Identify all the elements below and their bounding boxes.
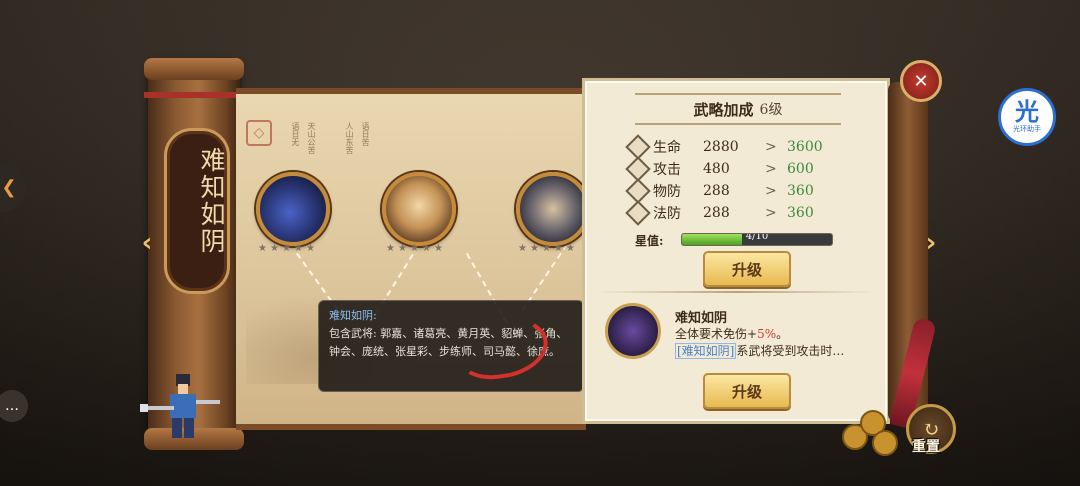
skill-tag: [难知如阴]: [675, 343, 737, 359]
stat-row-attack: 攻击 480 > 600: [625, 156, 814, 182]
coin-icon: [872, 430, 898, 456]
next-arrow-button[interactable]: ›: [920, 228, 942, 258]
chevron-left-icon: ‹: [141, 228, 153, 258]
skill-desc-prefix: 全体要术免伤+: [675, 327, 758, 341]
helper-assistant-button[interactable]: 光 光环助手: [998, 88, 1056, 146]
star-rating: ★ ★ ★ ★ ★: [258, 244, 316, 254]
close-button[interactable]: ✕: [900, 60, 942, 102]
helper-label: 光环助手: [1013, 125, 1041, 133]
stat-new: 600: [787, 161, 814, 177]
star-icon: ★: [554, 243, 563, 254]
skill-desc-line2-text: 系武将受到攻击时…: [736, 344, 845, 358]
prev-arrow-button[interactable]: ‹: [136, 228, 158, 258]
stat-new: 360: [787, 205, 814, 221]
helper-icon: 光: [1015, 97, 1039, 126]
stat-old: 288: [703, 183, 730, 199]
bonus-panel: 武略加成 6级 生命 2880 > 3600 攻击 480 > 600 物防 2…: [582, 78, 890, 424]
stat-arrow: >: [765, 139, 777, 155]
stat-row-mdef: 法防 288 > 360: [625, 200, 814, 226]
poem-column: 语日苦: [361, 122, 370, 146]
star-value-bar: 4/10: [681, 233, 833, 246]
skill-desc: 全体要术免伤+5%。: [675, 325, 788, 342]
coins-decoration: [842, 410, 902, 456]
scroll-title: 难知如阴: [197, 147, 226, 255]
star-value-label: 星值:: [635, 234, 664, 248]
star-icon: ★: [422, 243, 431, 254]
skill-desc-suffix: 。: [776, 327, 789, 341]
panel-level: 6级: [759, 102, 783, 118]
star-icon: ★: [398, 243, 407, 254]
tooltip-title: 难知如阴:: [329, 309, 377, 322]
stat-name: 攻击: [653, 162, 681, 178]
seal-icon: ◇: [246, 120, 272, 146]
star-icon: ★: [258, 243, 267, 254]
star-rating: ★ ★ ★ ★ ★: [518, 244, 576, 254]
skill-upgrade-button[interactable]: 升级: [703, 373, 791, 409]
stat-row-pdef: 物防 288 > 360: [625, 178, 814, 204]
stat-old: 288: [703, 205, 730, 221]
skill-desc-line2: [难知如阴] 系武将受到攻击时…: [675, 342, 844, 359]
star-icon: ★: [542, 243, 551, 254]
chevron-right-icon: ›: [925, 228, 937, 258]
stat-new: 360: [787, 183, 814, 199]
star-icon: ★: [306, 243, 315, 254]
hero-sprite: [140, 374, 220, 438]
upgrade-button[interactable]: 升级: [703, 251, 791, 287]
poem-column: 天山公苦: [307, 122, 316, 154]
panel-header: 武略加成 6级: [635, 93, 841, 125]
reset-label: 重置: [912, 439, 940, 455]
poem-column: 人山东苦: [345, 122, 354, 154]
stat-arrow: >: [765, 161, 777, 177]
star-icon: ★: [270, 243, 279, 254]
star-icon: ★: [530, 243, 539, 254]
stat-name: 物防: [653, 184, 681, 200]
panel-divider: [595, 291, 877, 293]
panel-title: 武略加成: [693, 100, 754, 119]
hero-portrait[interactable]: [382, 172, 456, 246]
scroll-cap-top: [144, 58, 244, 80]
scroll-title-plate: 难知如阴: [164, 128, 230, 294]
chat-icon: …: [5, 398, 19, 414]
stat-row-hp: 生命 2880 > 3600: [625, 134, 823, 160]
star-icon: ★: [566, 243, 575, 254]
star-icon: ★: [282, 243, 291, 254]
stat-arrow: >: [765, 205, 777, 221]
stat-old: 2880: [703, 139, 739, 155]
star-icon: ★: [518, 243, 527, 254]
star-icon: ★: [386, 243, 395, 254]
poem-column: 语日无: [291, 122, 300, 146]
skill-name: 难知如阴: [675, 311, 728, 326]
stat-old: 480: [703, 161, 730, 177]
hero-portrait[interactable]: [516, 172, 586, 246]
skill-icon[interactable]: [605, 303, 661, 359]
stat-arrow: >: [765, 183, 777, 199]
close-icon: ✕: [913, 70, 929, 92]
star-icon: ★: [434, 243, 443, 254]
hero-portrait[interactable]: [256, 172, 330, 246]
star-icon: ★: [410, 243, 419, 254]
magic-shield-icon: [625, 200, 651, 226]
scroll-ribbon: [144, 92, 244, 98]
stat-name: 生命: [653, 140, 681, 156]
skill-desc-highlight: 5%: [757, 327, 777, 341]
stat-name: 法防: [653, 206, 681, 222]
star-icon: ★: [294, 243, 303, 254]
star-rating: ★ ★ ★ ★ ★: [386, 244, 444, 254]
star-value-text: 4/10: [745, 233, 769, 242]
stat-new: 3600: [787, 139, 823, 155]
